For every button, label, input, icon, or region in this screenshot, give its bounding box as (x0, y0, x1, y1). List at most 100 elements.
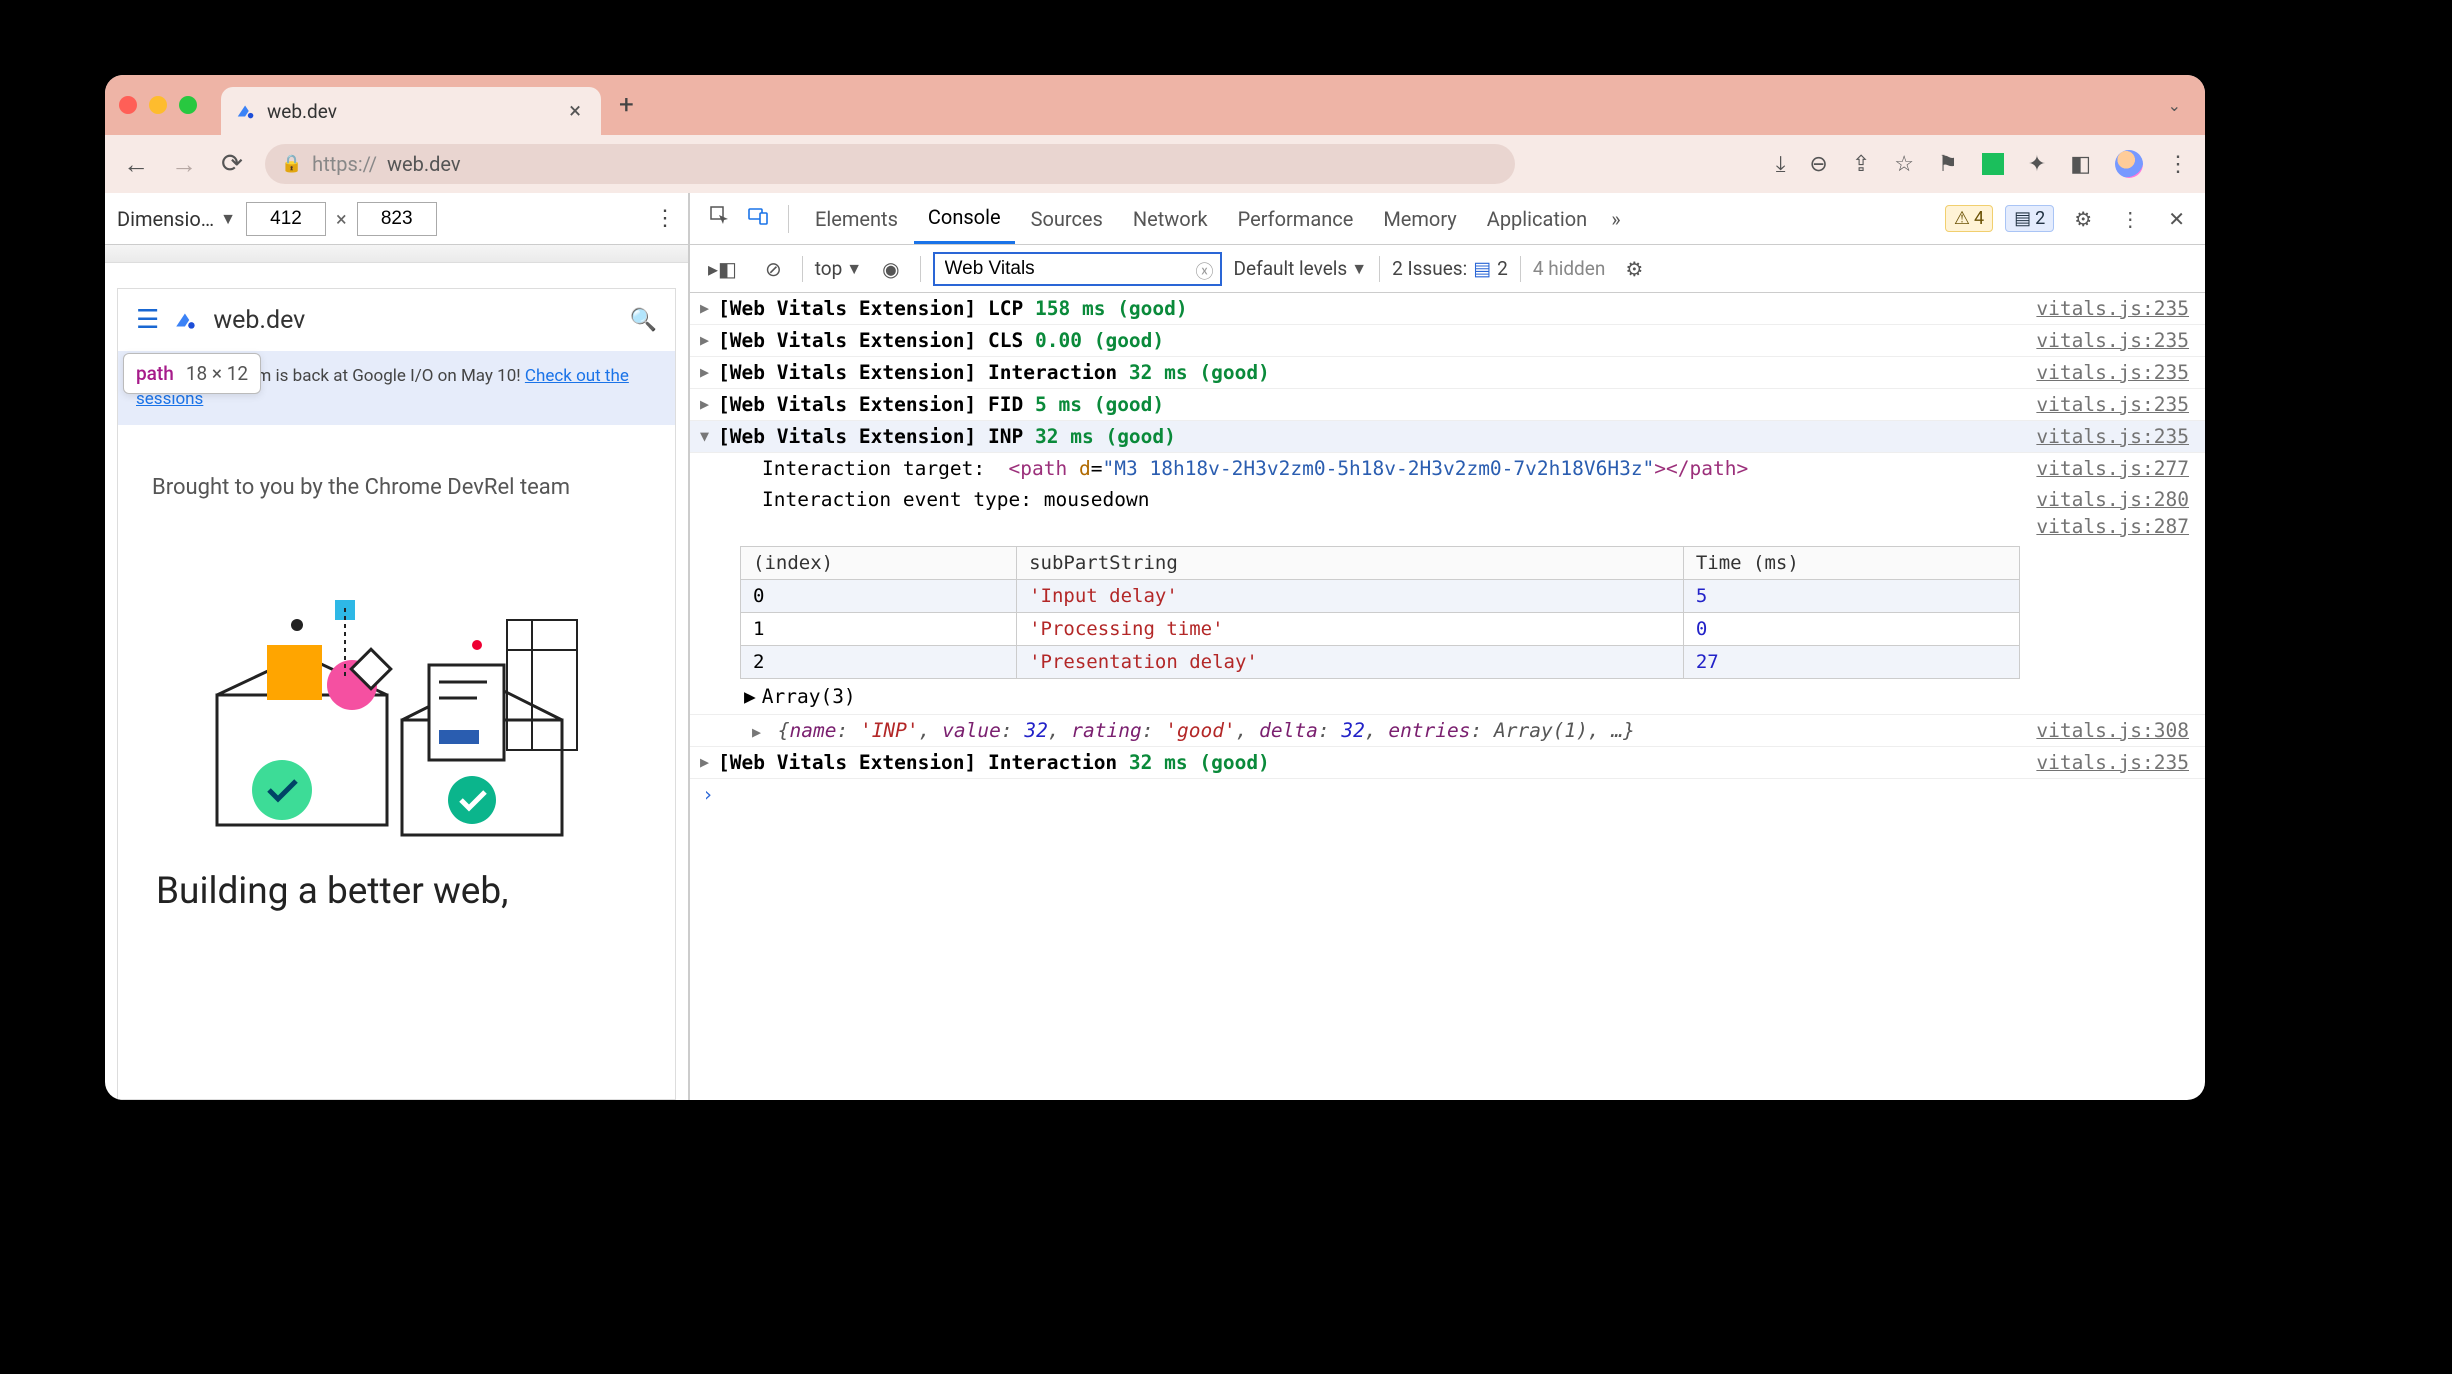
dimension-separator: × (336, 207, 347, 231)
tab-sources[interactable]: Sources (1017, 193, 1117, 244)
lock-icon: 🔒 (281, 154, 302, 174)
window-controls (119, 96, 197, 114)
content-area: Dimensio… ▼ × ⋮ ☰ web.dev 🔍 (105, 193, 2205, 1100)
back-button[interactable]: ← (121, 149, 151, 180)
breakdown-table: (index)subPartStringTime (ms) 0'Input de… (740, 546, 2020, 679)
source-link[interactable]: vitals.js:280 (2036, 488, 2189, 511)
source-link[interactable]: vitals.js:235 (2036, 361, 2189, 384)
extensions-icon[interactable]: ✦ (2028, 152, 2046, 177)
zoom-icon[interactable]: ⊖ (1809, 152, 1827, 177)
console-settings-icon[interactable]: ⚙ (1617, 257, 1651, 281)
device-emulator-pane: Dimensio… ▼ × ⋮ ☰ web.dev 🔍 (105, 193, 690, 1100)
share-icon[interactable]: ⇪ (1852, 152, 1870, 177)
browser-window: web.dev × + ⌄ ← → ⟳ 🔒 https:// web.dev ⤓ … (105, 75, 2205, 1100)
tab-memory[interactable]: Memory (1369, 193, 1470, 244)
log-row[interactable]: ▶[Web Vitals Extension] Interaction 32 m… (690, 357, 2205, 389)
clear-console-icon[interactable]: ⊘ (757, 257, 790, 281)
devtools-panel: Elements Console Sources Network Perform… (690, 193, 2205, 1100)
flag-icon[interactable]: ⚑ (1938, 152, 1958, 177)
filter-input[interactable] (933, 252, 1222, 286)
log-row-expanded[interactable]: ▼[Web Vitals Extension] INP 32 ms (good)… (690, 421, 2205, 453)
menu-icon[interactable]: ⋮ (2167, 152, 2189, 177)
tab-title: web.dev (267, 100, 559, 123)
tab-console[interactable]: Console (914, 193, 1015, 244)
messages-badge[interactable]: ▤ 2 (2005, 205, 2054, 232)
subheading: Brought to you by the Chrome DevRel team (118, 425, 675, 520)
width-input[interactable] (246, 202, 326, 236)
log-detail: Interaction event type: mousedown vitals… (690, 484, 2205, 515)
settings-icon[interactable]: ⚙ (2066, 207, 2100, 231)
devtools-tabbar: Elements Console Sources Network Perform… (690, 193, 2205, 245)
tab-elements[interactable]: Elements (801, 193, 912, 244)
device-mode-icon[interactable] (740, 206, 776, 231)
source-link[interactable]: vitals.js:235 (2036, 425, 2189, 448)
site-logo[interactable] (173, 307, 199, 333)
levels-selector[interactable]: Default levels ▼ (1234, 257, 1368, 280)
sidebar-toggle-icon[interactable]: ▸◧ (700, 257, 745, 281)
hidden-count: 4 hidden (1533, 257, 1605, 280)
browser-tabbar: web.dev × + ⌄ (105, 75, 2205, 135)
tooltip-element: path (136, 362, 174, 385)
console-output: ▶[Web Vitals Extension] LCP 158 ms (good… (690, 293, 2205, 1100)
reload-button[interactable]: ⟳ (217, 149, 247, 179)
tab-performance[interactable]: Performance (1224, 193, 1368, 244)
issues-link[interactable]: 2 Issues: ▤ 2 (1392, 257, 1508, 280)
dimensions-dropdown[interactable]: Dimensio… ▼ (117, 207, 236, 231)
log-row[interactable]: ▶[Web Vitals Extension] FID 5 ms (good)v… (690, 389, 2205, 421)
hero-illustration (118, 520, 675, 860)
log-row[interactable]: ▶[Web Vitals Extension] LCP 158 ms (good… (690, 293, 2205, 325)
sidepanel-icon[interactable]: ◧ (2070, 152, 2091, 177)
extension-icon[interactable] (1982, 153, 2004, 175)
url-host: web.dev (387, 152, 461, 176)
source-link[interactable]: vitals.js:277 (2036, 457, 2189, 480)
close-devtools-icon[interactable]: ✕ (2160, 207, 2193, 231)
search-icon[interactable]: 🔍 (630, 308, 657, 333)
ruler (105, 245, 688, 263)
bookmark-icon[interactable]: ☆ (1894, 152, 1914, 177)
toolbar-actions: ⤓ ⊖ ⇪ ☆ ⚑ ✦ ◧ ⋮ (1776, 150, 2189, 178)
clear-filter-icon[interactable]: ⓧ (1196, 258, 1214, 284)
chevron-down-icon: ▼ (220, 209, 236, 229)
browser-tab[interactable]: web.dev × (221, 87, 601, 135)
devtools-menu-icon[interactable]: ⋮ (2112, 207, 2148, 231)
tabs-dropdown-icon[interactable]: ⌄ (2168, 96, 2181, 115)
maximize-window-icon[interactable] (179, 96, 197, 114)
console-toolbar: ▸◧ ⊘ top ▼ ◉ ⓧ Default levels ▼ 2 Issues… (690, 245, 2205, 293)
warnings-badge[interactable]: ⚠ 4 (1945, 205, 1993, 232)
hamburger-icon[interactable]: ☰ (136, 305, 159, 335)
close-window-icon[interactable] (119, 96, 137, 114)
height-input[interactable] (357, 202, 437, 236)
new-tab-button[interactable]: + (619, 90, 634, 120)
element-tooltip: path 18 × 12 (123, 353, 261, 394)
source-link[interactable]: vitals.js:235 (2036, 393, 2189, 416)
log-object-row: ▶ {name: 'INP', value: 32, rating: 'good… (690, 714, 2205, 747)
array-expand[interactable]: ▶Array(3) (744, 683, 2205, 714)
table-row: 1'Processing time'0 (741, 613, 2020, 646)
device-toolbar: Dimensio… ▼ × ⋮ (105, 193, 688, 245)
live-expression-icon[interactable]: ◉ (874, 257, 907, 281)
source-link[interactable]: vitals.js:235 (2036, 297, 2189, 320)
forward-button[interactable]: → (169, 149, 199, 180)
close-tab-icon[interactable]: × (569, 99, 581, 124)
log-row[interactable]: ▶[Web Vitals Extension] Interaction 32 m… (690, 747, 2205, 779)
tab-network[interactable]: Network (1119, 193, 1222, 244)
more-tabs-icon[interactable]: » (1603, 207, 1628, 231)
source-link[interactable]: vitals.js:235 (2036, 329, 2189, 352)
tab-application[interactable]: Application (1473, 193, 1601, 244)
source-link[interactable]: vitals.js:287 (2036, 515, 2189, 538)
inspect-element-icon[interactable] (702, 206, 738, 231)
tooltip-dimensions: 18 × 12 (186, 362, 248, 385)
minimize-window-icon[interactable] (149, 96, 167, 114)
context-selector[interactable]: top ▼ (815, 257, 862, 280)
url-scheme: https:// (312, 152, 377, 176)
downloads-icon[interactable]: ⤓ (1776, 152, 1786, 177)
profile-avatar[interactable] (2115, 150, 2143, 178)
source-link[interactable]: vitals.js:308 (2036, 719, 2189, 742)
log-row[interactable]: ▶[Web Vitals Extension] CLS 0.00 (good)v… (690, 325, 2205, 357)
device-menu-icon[interactable]: ⋮ (654, 206, 676, 231)
console-prompt[interactable]: › (690, 779, 2205, 810)
emulated-viewport: ☰ web.dev 🔍 The Chrome team is back at G… (117, 288, 676, 1100)
source-link[interactable]: vitals.js:235 (2036, 751, 2189, 774)
address-bar[interactable]: 🔒 https:// web.dev (265, 144, 1515, 184)
page-headline: Building a better web, (118, 860, 675, 923)
